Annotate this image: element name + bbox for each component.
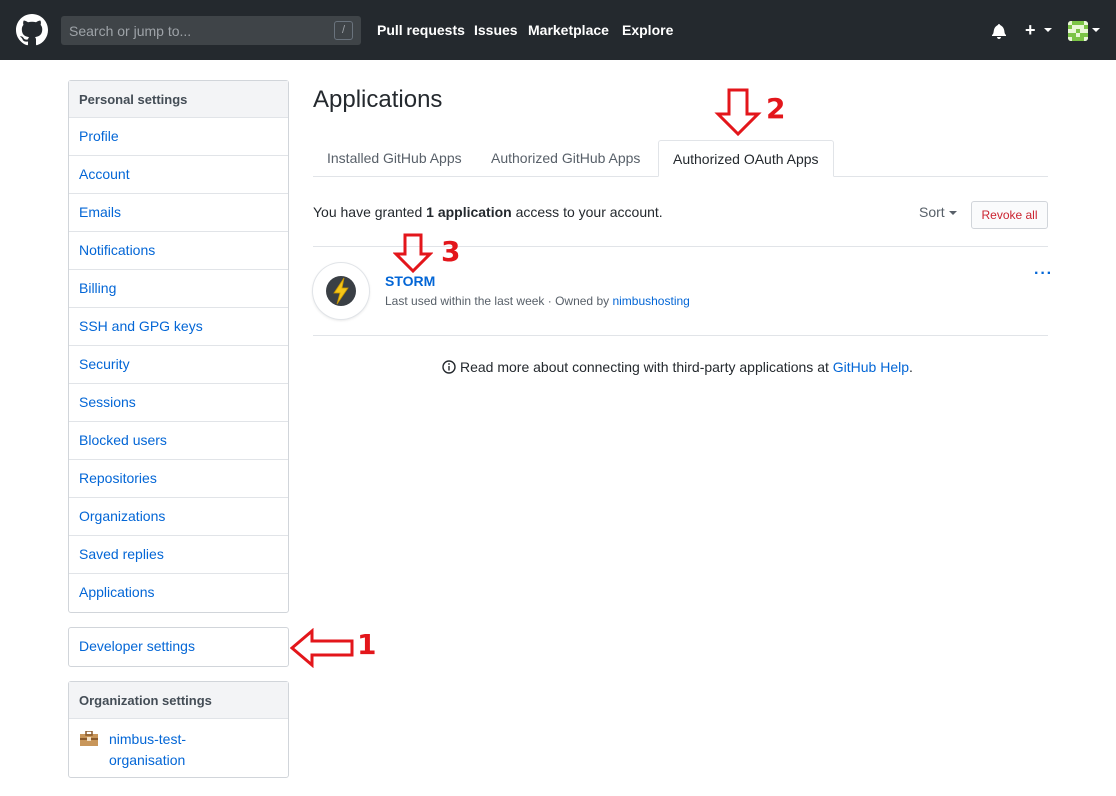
nav-issues[interactable]: Issues <box>474 22 518 38</box>
nav-explore[interactable]: Explore <box>622 22 673 38</box>
app-meta-prefix: Last used within the last week · Owned b… <box>385 294 613 308</box>
help-note: Read more about connecting with third-pa… <box>442 359 913 375</box>
sidebar-item-sessions[interactable]: Sessions <box>69 384 288 422</box>
sidebar-item-developer-settings[interactable]: Developer settings <box>69 628 288 666</box>
organization-settings-menu: Organization settings nimbus-test-organi… <box>68 681 289 778</box>
organization-avatar-icon <box>80 731 98 746</box>
granted-count: 1 application <box>426 204 512 220</box>
sort-caret-icon <box>948 211 957 216</box>
storm-lightning-icon <box>326 276 356 306</box>
sidebar-item-applications[interactable]: Applications <box>69 574 288 612</box>
sidebar-item-emails[interactable]: Emails <box>69 194 288 232</box>
sidebar-item-repositories[interactable]: Repositories <box>69 460 288 498</box>
granted-suffix: access to your account. <box>511 204 663 220</box>
github-logo-icon[interactable] <box>16 14 48 46</box>
annotation-number-3: 3 <box>441 235 461 268</box>
help-suffix: . <box>909 359 913 375</box>
granted-prefix: You have granted <box>313 204 427 220</box>
nav-marketplace[interactable]: Marketplace <box>528 22 609 38</box>
sidebar-item-notifications[interactable]: Notifications <box>69 232 288 270</box>
storm-app-logo <box>313 263 369 319</box>
personal-settings-menu: Personal settings Profile Account Emails… <box>68 80 289 613</box>
info-icon <box>442 360 456 374</box>
search-box: / <box>61 16 361 45</box>
tab-installed-github-apps[interactable]: Installed GitHub Apps <box>313 140 476 177</box>
sidebar-item-saved-replies[interactable]: Saved replies <box>69 536 288 574</box>
app-options-menu[interactable]: ··· <box>1034 265 1053 283</box>
organization-settings-heading: Organization settings <box>69 682 288 719</box>
sort-dropdown[interactable]: Sort <box>919 204 957 220</box>
user-avatar[interactable] <box>1068 21 1088 41</box>
sidebar-item-profile[interactable]: Profile <box>69 118 288 156</box>
annotation-arrow-left-icon <box>290 628 354 668</box>
sort-label: Sort <box>919 204 945 220</box>
help-prefix: Read more about connecting with third-pa… <box>460 359 833 375</box>
slash-shortcut-hint: / <box>334 21 353 40</box>
personal-settings-heading: Personal settings <box>69 81 288 118</box>
sidebar-item-ssh-gpg-keys[interactable]: SSH and GPG keys <box>69 308 288 346</box>
user-menu-caret-icon[interactable] <box>1092 28 1100 32</box>
github-help-link[interactable]: GitHub Help <box>833 359 909 375</box>
create-new-plus-icon[interactable]: + <box>1025 21 1036 39</box>
annotation-number-2: 2 <box>766 92 786 125</box>
sidebar-item-org[interactable]: nimbus-test-organisation <box>69 719 288 777</box>
annotation-number-1: 1 <box>357 628 377 661</box>
list-bottom-divider <box>313 335 1048 336</box>
sidebar-item-billing[interactable]: Billing <box>69 270 288 308</box>
top-header: / Pull requests Issues Marketplace Explo… <box>0 0 1116 60</box>
sidebar-item-organizations[interactable]: Organizations <box>69 498 288 536</box>
tab-authorized-oauth-apps[interactable]: Authorized OAuth Apps <box>658 140 834 177</box>
app-meta: Last used within the last week · Owned b… <box>385 294 690 308</box>
org-name-link[interactable]: nimbus-test-organisation <box>109 729 229 771</box>
create-new-caret-icon[interactable] <box>1044 28 1052 32</box>
granted-summary: You have granted 1 application access to… <box>313 204 663 220</box>
sidebar-item-security[interactable]: Security <box>69 346 288 384</box>
developer-settings-menu: Developer settings <box>68 627 289 667</box>
sidebar-item-blocked-users[interactable]: Blocked users <box>69 422 288 460</box>
nav-pull-requests[interactable]: Pull requests <box>377 22 465 38</box>
tab-authorized-github-apps[interactable]: Authorized GitHub Apps <box>477 140 654 177</box>
page-title: Applications <box>313 86 443 113</box>
revoke-all-button[interactable]: Revoke all <box>971 201 1048 229</box>
app-owner-link[interactable]: nimbushosting <box>612 294 689 308</box>
search-input[interactable] <box>61 16 331 45</box>
notifications-bell-icon[interactable] <box>991 23 1007 39</box>
app-name-link[interactable]: STORM <box>385 273 435 289</box>
annotation-arrow-down-icon <box>714 88 762 136</box>
identicon-icon <box>1068 21 1088 41</box>
sidebar-item-account[interactable]: Account <box>69 156 288 194</box>
annotation-arrow-down-small-icon <box>393 233 433 273</box>
